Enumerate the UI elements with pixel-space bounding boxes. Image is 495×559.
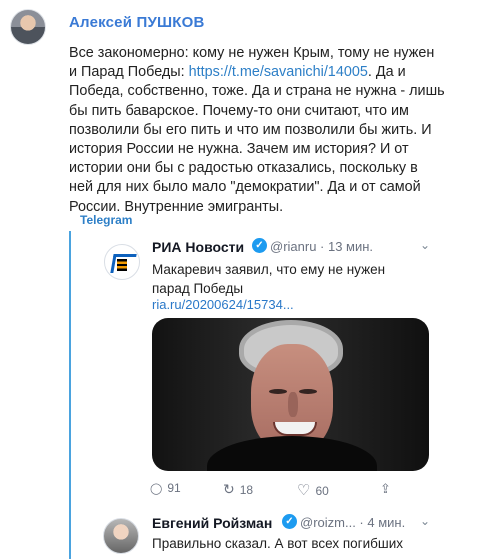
- post-text-line: истории они бы с радостью отказались, по…: [69, 160, 418, 177]
- post-text-line: позволили бы его пить и что им позволили…: [69, 121, 432, 138]
- post-text-line: бы пить баварское. Почему-то они считают…: [69, 102, 409, 119]
- post-link[interactable]: https://t.me/savanichi/14005: [189, 64, 368, 80]
- tweet-author[interactable]: РИА Новости: [152, 239, 244, 255]
- reply-count: 91: [167, 481, 181, 495]
- post-text-line: история России не нужна. Зачем им истори…: [69, 141, 409, 158]
- post-text-fragment: . Да и: [367, 64, 406, 81]
- second-tweet-text: Правильно сказал. А вот всех погибших: [152, 536, 403, 551]
- photo-smile: [273, 422, 317, 436]
- tweet-link[interactable]: ria.ru/20200624/15734...: [152, 297, 294, 312]
- quote-bar: [69, 231, 71, 559]
- share-icon: [380, 482, 396, 496]
- second-tweet-author[interactable]: Евгений Ройзман: [152, 515, 272, 531]
- reply-icon: [150, 481, 167, 495]
- post-text-line-with-link: и Парад Победы: https://t.me/savanichi/1…: [69, 63, 474, 82]
- verified-badge-icon: ✓: [252, 238, 267, 253]
- tweet-handle-time: @rianru · 13 мин.: [270, 239, 374, 254]
- heart-icon: [297, 484, 315, 498]
- like-button[interactable]: 60: [297, 481, 329, 499]
- telegram-post: Алексей ПУШКОВ Все закономерно: кому не …: [0, 0, 495, 559]
- tweet-actions: 91 18 60: [150, 481, 390, 499]
- retweet-button[interactable]: 18: [223, 481, 253, 498]
- photo-shoulder: [207, 436, 377, 471]
- reply-button[interactable]: 91: [150, 481, 181, 495]
- ria-logo[interactable]: [104, 244, 140, 280]
- tweet-text: Макаревич заявил, что ему не нужен парад…: [152, 262, 386, 296]
- share-button[interactable]: [380, 481, 396, 497]
- post-text-line: Победа, собственно, тоже. Да и страна не…: [69, 83, 445, 100]
- post-text-fragment: и Парад Победы:: [69, 64, 189, 81]
- post-text: Все закономерно: кому не нужен Крым, том…: [69, 44, 474, 217]
- photo-eye: [269, 389, 287, 394]
- author-avatar[interactable]: [10, 9, 46, 45]
- photo-nose: [288, 392, 298, 417]
- post-text-line: Все закономерно: кому не нужен Крым, том…: [69, 45, 435, 61]
- verified-badge-icon: ✓: [282, 514, 297, 529]
- second-tweet-avatar[interactable]: [103, 518, 139, 554]
- source-label[interactable]: Telegram: [80, 213, 132, 227]
- photo-eye: [299, 389, 317, 394]
- chevron-down-icon[interactable]: ⌄: [420, 514, 430, 528]
- post-text-line: ней для них было мало "демократии". Да и…: [69, 179, 421, 196]
- second-tweet-handle-time: @roizm... · 4 мин.: [300, 515, 406, 530]
- tweet-photo[interactable]: [152, 318, 429, 471]
- retweet-icon: [223, 483, 240, 497]
- post-author[interactable]: Алексей ПУШКОВ: [69, 14, 205, 31]
- retweet-count: 18: [239, 483, 254, 497]
- like-count: 60: [315, 484, 329, 498]
- chevron-down-icon[interactable]: ⌄: [420, 238, 430, 252]
